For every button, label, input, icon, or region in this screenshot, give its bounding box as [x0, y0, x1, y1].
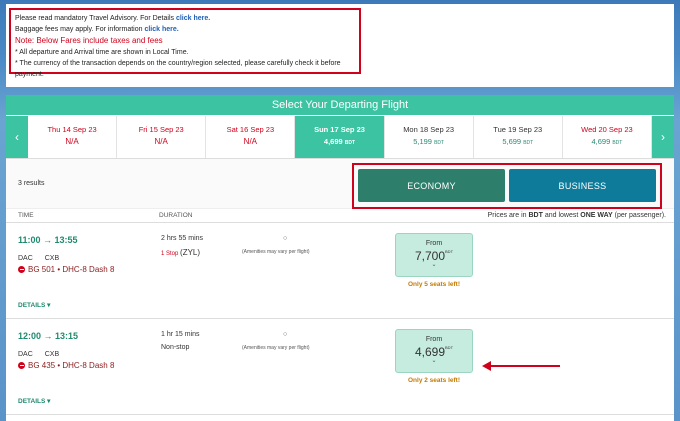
date-tab-sat-16[interactable]: Sat 16 Sep 23 N/A [206, 116, 296, 158]
flight-airports: DAC CXB [18, 255, 60, 262]
results-count: 3 results [18, 180, 45, 187]
date-tab-mon-18[interactable]: Mon 18 Sep 23 5,199 BDT [385, 116, 474, 158]
chevron-down-icon: ⌄ [431, 358, 437, 364]
date-tab-tue-19[interactable]: Tue 19 Sep 23 5,699 BDT [474, 116, 563, 158]
chevron-right-icon: › [660, 130, 665, 144]
flight-duration: 2 hrs 55 mins [161, 235, 204, 242]
details-link[interactable]: DETAILS ▾ [18, 301, 50, 309]
date-tab-sun-17[interactable]: Sun 17 Sep 23 4,699 BDT [295, 116, 385, 158]
travel-advisory-link[interactable]: click here. [176, 15, 210, 22]
airline-icon [18, 362, 25, 369]
amenities-note: (Amenities may vary per flight) [242, 345, 310, 351]
flight-airports: DAC CXB [18, 351, 60, 358]
flight-times: 12:00 → 13:15 [18, 331, 79, 341]
business-button[interactable]: BUSINESS [509, 169, 656, 202]
chevron-down-icon: ⌄ [431, 262, 437, 268]
date-selector: ‹ Thu 14 Sep 23 N/A Fri 15 Sep 23 N/A Sa… [6, 116, 674, 159]
baggage-line: Baggage fees may apply. For information … [15, 26, 179, 34]
chevron-left-icon: ‹ [15, 130, 19, 144]
baggage-link[interactable]: click here. [144, 26, 178, 33]
flight-panel: Select Your Departing Flight ‹ Thu 14 Se… [6, 95, 674, 421]
flight-stops: 1 Stop (ZYL) [161, 248, 201, 257]
flight-row: 11:00 → 13:55 DAC CXB BG 501 • DHC-8 Das… [6, 223, 674, 319]
seats-left: Only 5 seats left! [407, 281, 461, 288]
economy-button[interactable]: ECONOMY [358, 169, 505, 202]
currency-note: * The currency of the transaction depend… [15, 59, 341, 79]
page-title: Select Your Departing Flight [6, 95, 674, 115]
notice-panel: Please read mandatory Travel Advisory. F… [6, 4, 674, 87]
advisory-line: Please read mandatory Travel Advisory. F… [15, 15, 211, 22]
cabin-selector: ECONOMY BUSINESS [352, 163, 662, 209]
advisory-box: Please read mandatory Travel Advisory. F… [9, 8, 361, 78]
seats-left: Only 2 seats left! [407, 377, 461, 384]
flight-duration: 1 hr 15 mins [161, 331, 200, 338]
amenity-icon[interactable]: ○ [283, 235, 287, 242]
flight-row: 12:00 → 13:15 DAC CXB BG 435 • DHC-8 Das… [6, 319, 674, 415]
duration-column-label: DURATION [159, 212, 193, 219]
fare-button[interactable]: From 7,700BDT ⌄ [395, 233, 473, 277]
fare-button[interactable]: From 4,699BDT ⌄ [395, 329, 473, 373]
flight-times: 11:00 → 13:55 [18, 235, 78, 245]
column-header: TIME DURATION Prices are in BDT and lowe… [6, 209, 674, 223]
airline-icon [18, 266, 25, 273]
time-column-label: TIME [18, 212, 34, 219]
details-link[interactable]: DETAILS ▾ [18, 397, 50, 405]
next-dates-button[interactable]: › [651, 116, 674, 158]
flight-number: BG 501 • DHC-8 Dash 8 [18, 265, 114, 274]
fare-note: Note: Below Fares include taxes and fees [15, 36, 163, 46]
results-bar: 3 results ECONOMY BUSINESS [6, 159, 674, 209]
flight-stops: Non-stop [161, 344, 190, 351]
date-tab-thu-14[interactable]: Thu 14 Sep 23 N/A [28, 116, 118, 158]
prev-dates-button[interactable]: ‹ [6, 116, 28, 158]
time-note: * All departure and Arrival time are sho… [15, 48, 189, 56]
red-arrow-annotation [482, 361, 560, 371]
amenities-note: (Amenities may vary per flight) [242, 249, 310, 255]
price-note: Prices are in BDT and lowest ONE WAY (pe… [487, 212, 666, 219]
date-tab-fri-15[interactable]: Fri 15 Sep 23 N/A [117, 116, 207, 158]
date-tab-wed-20[interactable]: Wed 20 Sep 23 4,699 BDT [563, 116, 652, 158]
amenity-icon[interactable]: ○ [283, 331, 287, 338]
flight-number: BG 435 • DHC-8 Dash 8 [18, 361, 114, 370]
